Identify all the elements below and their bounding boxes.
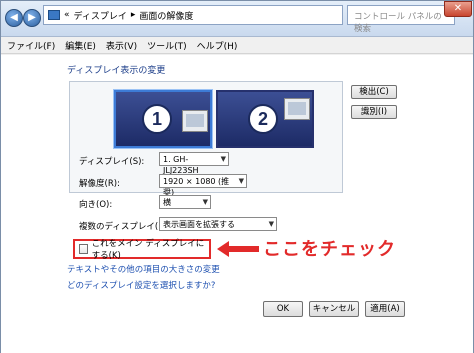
identify-button[interactable]: 識別(I) (351, 105, 397, 119)
main-display-checkbox-row[interactable]: これをメイン ディスプレイにする(K) (73, 237, 211, 261)
cancel-button[interactable]: キャンセル (309, 301, 359, 317)
orientation-value: 横 (163, 198, 171, 207)
chevron-down-icon: ▼ (202, 198, 208, 206)
chevron-down-icon: ▼ (220, 155, 226, 163)
display-icon (48, 10, 60, 20)
back-button[interactable]: ◀ (5, 9, 23, 27)
menu-file[interactable]: ファイル(F) (7, 39, 55, 52)
monitor-2[interactable]: 2 (216, 90, 314, 148)
menu-help[interactable]: ヘルプ(H) (197, 39, 238, 52)
resolution-select[interactable]: 1920 × 1080 (推奨) ▼ (159, 174, 247, 197)
chevron-down-icon: ▼ (238, 177, 244, 185)
text-size-link[interactable]: テキストやその他の項目の大きさの変更 (67, 263, 220, 275)
menu-bar: ファイル(F) 編集(E) 表示(V) ツール(T) ヘルプ(H) (1, 38, 473, 54)
orientation-label: 向き(O): (79, 200, 113, 210)
multi-display-value: 表示画面を拡張する (163, 220, 235, 229)
monitor-2-number: 2 (248, 104, 278, 134)
resolution-value: 1920 × 1080 (推奨) (163, 177, 230, 197)
menu-edit[interactable]: 編集(E) (65, 39, 96, 52)
orientation-select[interactable]: 横 ▼ (159, 195, 211, 209)
menu-view[interactable]: 表示(V) (106, 39, 137, 52)
forward-button[interactable]: ▶ (23, 9, 41, 27)
monitor-1[interactable]: 1 (114, 90, 212, 148)
breadcrumb-prefix: « (64, 10, 70, 20)
apply-button[interactable]: 適用(A) (365, 301, 405, 317)
display-settings-help-link[interactable]: どのディスプレイ設定を選択しますか? (67, 279, 215, 291)
breadcrumb-display[interactable]: ディスプレイ (74, 9, 127, 22)
address-bar[interactable]: « ディスプレイ ▸ 画面の解像度 (43, 5, 343, 25)
display-value: 1. GH-JLJ223SH (163, 155, 199, 175)
menu-tools[interactable]: ツール(T) (147, 39, 187, 52)
address-toolbar: ◀ ▶ « ディスプレイ ▸ 画面の解像度 コントロール パネルの検索 ✕ (1, 1, 473, 37)
control-panel-window: ◀ ▶ « ディスプレイ ▸ 画面の解像度 コントロール パネルの検索 ✕ ファ… (0, 0, 474, 353)
detect-button[interactable]: 検出(C) (351, 85, 397, 99)
ok-button[interactable]: OK (263, 301, 303, 317)
main-display-checkbox[interactable] (79, 244, 88, 254)
callout-text: ここをチェック (263, 239, 396, 260)
close-button[interactable]: ✕ (444, 1, 472, 17)
search-input[interactable]: コントロール パネルの検索 (347, 5, 455, 34)
display-select[interactable]: 1. GH-JLJ223SH ▼ (159, 152, 229, 175)
page-title: ディスプレイ表示の変更 (67, 66, 166, 76)
resolution-label: 解像度(R): (79, 179, 120, 189)
computer-icon (182, 110, 208, 132)
chevron-down-icon: ▼ (268, 220, 274, 228)
main-content: ディスプレイ表示の変更 1 2 検出(C) 識別(I) ディスプレイ(S): 1… (1, 55, 473, 353)
breadcrumb-resolution[interactable]: 画面の解像度 (139, 9, 193, 22)
breadcrumb-separator[interactable]: ▸ (131, 10, 136, 20)
multi-display-label: 複数のディスプレイ(M): (79, 222, 172, 232)
arrow-left-icon (217, 241, 259, 257)
multi-display-select[interactable]: 表示画面を拡張する ▼ (159, 217, 277, 231)
display-label: ディスプレイ(S): (79, 157, 145, 167)
monitor-1-number: 1 (142, 104, 172, 134)
computer-icon (284, 98, 310, 120)
main-display-checkbox-label[interactable]: これをメイン ディスプレイにする(K) (92, 237, 209, 261)
